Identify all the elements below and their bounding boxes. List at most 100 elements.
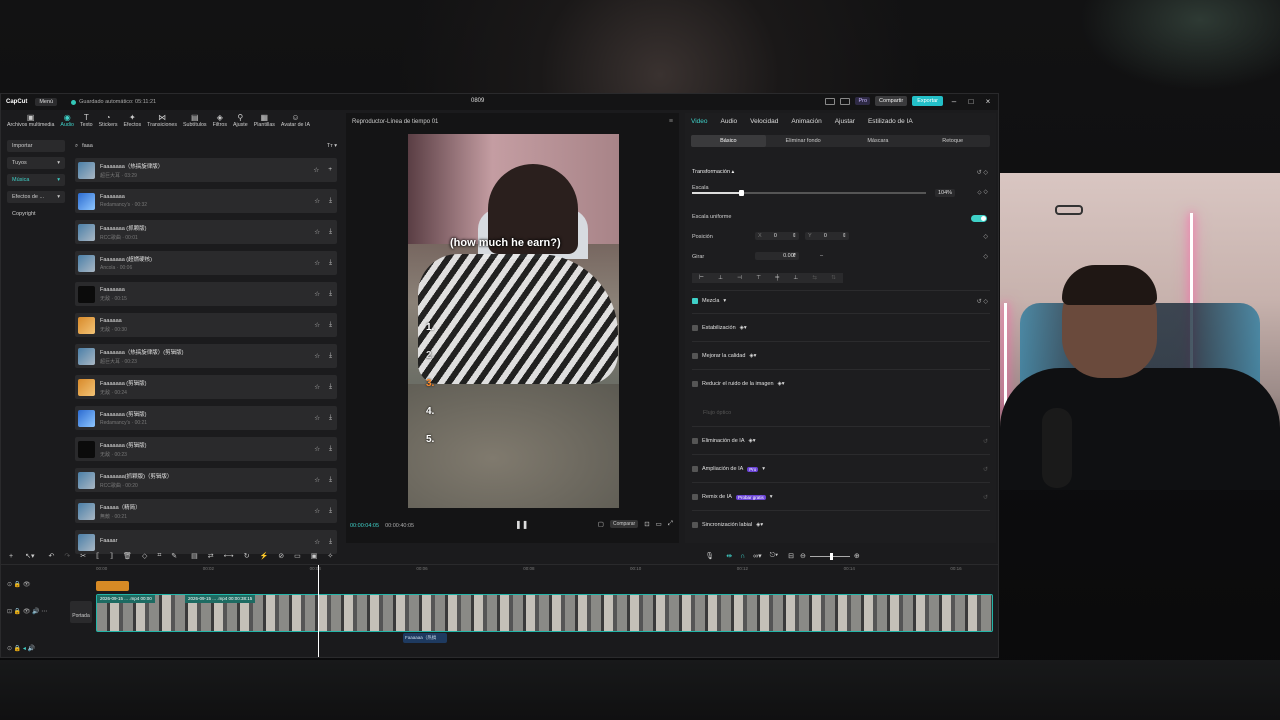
draw-icon[interactable]: ✎ (171, 552, 177, 560)
flip-v-icon[interactable]: ⇅ (831, 275, 836, 281)
favorite-icon[interactable]: ☆ (314, 414, 320, 422)
ai-remix-checkbox[interactable] (692, 494, 698, 500)
subtab-item[interactable]: Máscara (841, 135, 916, 147)
download-icon[interactable]: ⤓ (329, 228, 332, 236)
download-icon[interactable]: ⤓ (329, 321, 332, 329)
add-icon[interactable]: + (328, 166, 332, 174)
share-button[interactable]: Compartir (875, 96, 908, 106)
download-icon[interactable]: ⤓ (329, 445, 332, 453)
tool-audio[interactable]: ◉ Audio (57, 110, 77, 132)
rotate-icon[interactable]: ↻ (244, 552, 250, 560)
download-icon[interactable]: ⤓ (329, 414, 332, 422)
noise-section[interactable]: Reducir el ruido de la imagen ◈▾ (692, 381, 990, 387)
tool-adjust[interactable]: ⚲ Ajuste (230, 110, 251, 132)
noise-checkbox[interactable] (692, 381, 698, 387)
text-track-controls[interactable]: ⊙ 🔒 👁 (7, 581, 30, 588)
reverse-icon[interactable]: ⇄ (208, 552, 214, 560)
fullscreen-icon[interactable]: ⤢ (668, 520, 673, 528)
favorite-icon[interactable]: ☆ (314, 507, 320, 515)
align-bottom-icon[interactable]: ⊥ (793, 275, 798, 281)
magnet-icon[interactable]: ∩ (740, 553, 745, 560)
align-top-icon[interactable]: ⊤ (756, 275, 761, 281)
layout-icon[interactable] (825, 97, 836, 105)
tab-video[interactable]: Video (691, 118, 708, 125)
download-icon[interactable]: ⤓ (329, 259, 332, 267)
ai-remix-reset-icon[interactable]: ↺ (983, 494, 988, 501)
ratio-icon[interactable]: ▭ (656, 520, 662, 528)
download-icon[interactable]: ⤓ (329, 476, 332, 484)
download-icon[interactable]: ⤓ (329, 352, 332, 360)
split-right-icon[interactable]: ⟧ (110, 552, 113, 560)
zoom-slider-knob[interactable] (829, 552, 833, 560)
shortcut-icon[interactable] (840, 97, 851, 105)
audio-track-controls[interactable]: ⊙ 🔒 ◂ 🔊 (7, 645, 35, 652)
blend-reset-icon[interactable]: ↺ ◇ (977, 298, 988, 305)
split-left-icon[interactable]: ⟦ (96, 552, 99, 560)
select-tool-icon[interactable]: ↖▾ (25, 552, 34, 560)
search-input[interactable]: faaa (82, 143, 93, 149)
zoom-out-icon[interactable]: ⊖ (800, 552, 806, 560)
tool-text[interactable]: T Texto (77, 110, 96, 132)
mic-icon[interactable]: 🎙 (705, 552, 714, 560)
download-icon[interactable]: ⤓ (329, 507, 332, 515)
download-icon[interactable]: ⤓ (329, 538, 332, 546)
playhead[interactable] (318, 565, 319, 657)
scale-slider-knob[interactable] (739, 190, 745, 196)
favorite-icon[interactable]: ☆ (314, 383, 320, 391)
fit-icon[interactable]: ▢ (598, 520, 604, 528)
subtab-item[interactable]: Retoque (915, 135, 990, 147)
music-track[interactable]: Faaaaaaa (抓颗版) RCC歌曲 · 00:01 ☆ ⤓ (75, 220, 337, 244)
subtab-item[interactable]: Eliminar fondo (766, 135, 841, 147)
speed-icon[interactable]: ⚡ (260, 552, 269, 560)
player-menu-icon[interactable]: ≡ (669, 118, 673, 125)
zoom-in-icon[interactable]: ⊕ (854, 552, 860, 560)
favorite-icon[interactable]: ☆ (314, 445, 320, 453)
minimize-icon[interactable]: – (948, 97, 960, 106)
compare-button[interactable]: Comparar (609, 520, 639, 528)
rotate-stepper-icon[interactable]: ⇕ (792, 253, 797, 259)
favorite-icon[interactable]: ☆ (314, 538, 320, 546)
music-track[interactable]: Faaaaaaa Redamancy's · 00:32 ☆ ⤓ (75, 189, 337, 213)
favorite-icon[interactable]: ☆ (314, 228, 320, 236)
enhance-section[interactable]: Mejorar la calidad ◈▾ (692, 353, 990, 359)
x-stepper-icon[interactable]: ⇕ (792, 233, 797, 239)
menu-button[interactable]: Menú (35, 98, 58, 106)
enhance-checkbox[interactable] (692, 353, 698, 359)
category-item[interactable]: Copyright (7, 208, 65, 220)
music-track[interactable]: Faaaaaa 无敌 · 00:30 ☆ ⤓ (75, 313, 337, 337)
chain-icon[interactable]: ∞▾ (753, 552, 762, 560)
freeze-icon[interactable]: ▤ (191, 552, 198, 560)
tool-avatar[interactable]: ☺ Avatar de IA (278, 110, 313, 132)
add-track-icon[interactable]: + (9, 553, 13, 560)
ai-removal-checkbox[interactable] (692, 438, 698, 444)
favorite-icon[interactable]: ☆ (314, 290, 320, 298)
favorite-icon[interactable]: ☆ (314, 321, 320, 329)
search-bar[interactable]: ⌕ faaa Tт ▾ (75, 140, 337, 152)
transform-reset-icon[interactable]: ↺ ◇ (977, 169, 988, 176)
cover-button[interactable]: Portada (70, 601, 92, 623)
music-track[interactable]: Faaaaaaa (超燃硬核) Ancola · 00:06 ☆ ⤓ (75, 251, 337, 275)
music-track[interactable]: Faaaaaaa (剪辑版) 无敌 · 00:23 ☆ ⤓ (75, 437, 337, 461)
pro-button[interactable]: Pro (855, 97, 871, 105)
mirror-icon[interactable]: ⟷ (224, 552, 234, 560)
close-icon[interactable]: × (982, 97, 994, 106)
tool-media[interactable]: ▣ Archivos multimedia (4, 110, 57, 132)
tab-ajustar[interactable]: Ajustar (835, 118, 855, 125)
timeline-ruler[interactable]: 00:00 00:02 00:04 00:06 00:08 00:10 00:12 00:14… (96, 566, 996, 574)
stabilization-section[interactable]: Estabilización ◈▾ (692, 325, 990, 331)
music-track[interactable]: Faaaaa（精简） 無敵 · 00:21 ☆ ⤓ (75, 499, 337, 523)
subtab-item[interactable]: Básico (691, 135, 766, 147)
tab-animaci-n[interactable]: Animación (791, 118, 821, 125)
category-item[interactable]: Importar (7, 140, 65, 152)
favorite-icon[interactable]: ☆ (314, 476, 320, 484)
tool-subtitles[interactable]: ▤ Subtítulos (180, 110, 210, 132)
transform-heading[interactable]: Transformación ▴ (692, 169, 734, 175)
align-left-icon[interactable]: ⊢ (699, 275, 704, 281)
redo-icon[interactable]: ↷ (64, 552, 70, 560)
ai-upscale-reset-icon[interactable]: ↺ (983, 466, 988, 473)
scale-slider[interactable] (692, 190, 926, 196)
audio-track-toggle-icon[interactable]: ◂ (23, 646, 26, 652)
crop-icon[interactable]: ⌗ (157, 552, 161, 560)
ai-removal-reset-icon[interactable]: ↺ (983, 438, 988, 445)
text-filter-icon[interactable]: Tт ▾ (327, 143, 337, 149)
